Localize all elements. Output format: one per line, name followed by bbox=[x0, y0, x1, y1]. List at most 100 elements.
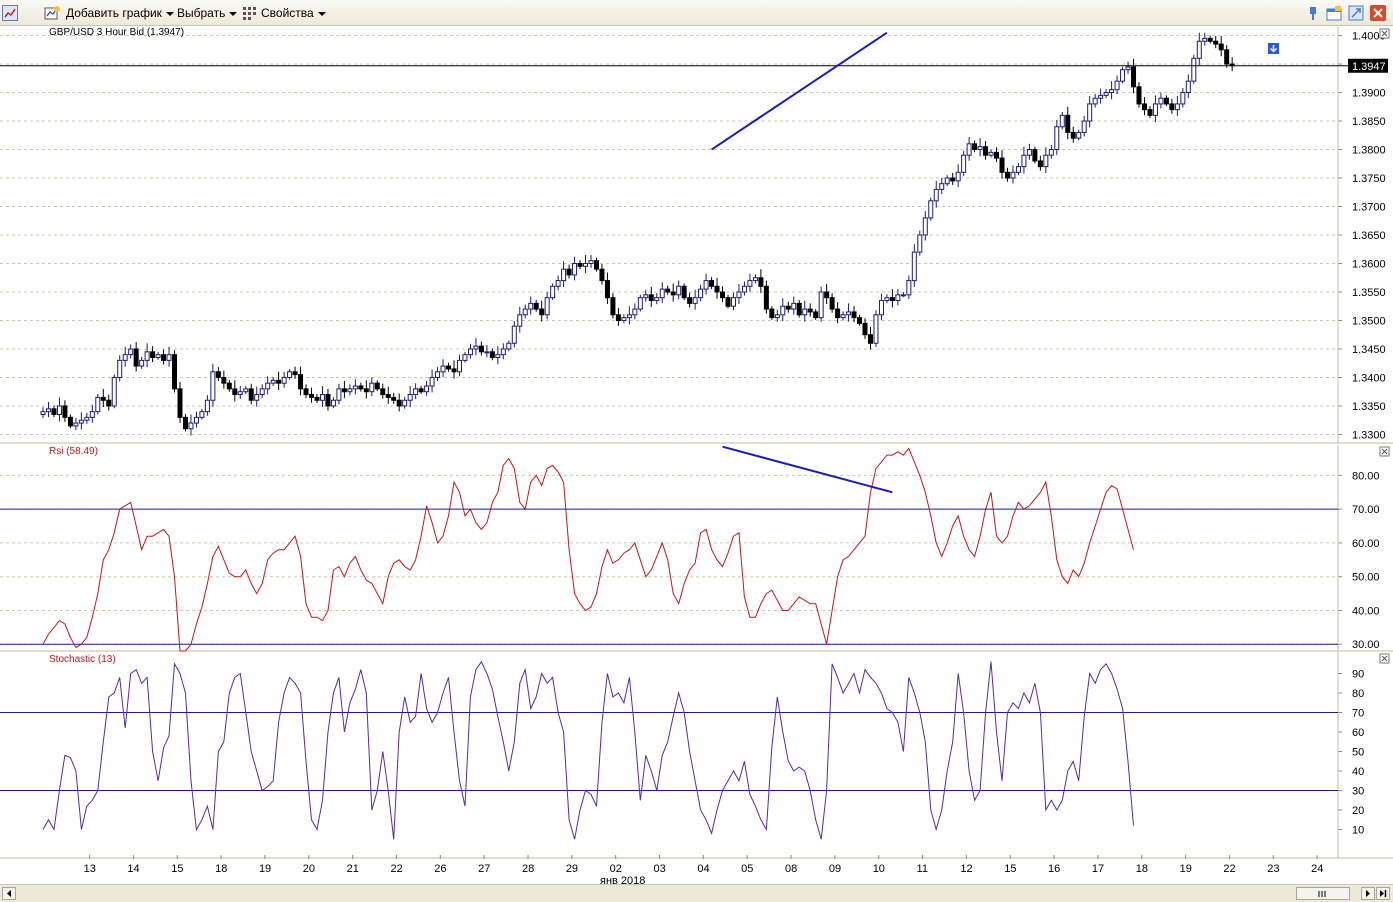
candle bbox=[287, 368, 293, 380]
x-tick-label: 09 bbox=[829, 863, 841, 875]
candle bbox=[1114, 75, 1120, 95]
candle bbox=[117, 355, 123, 382]
candle bbox=[78, 412, 84, 430]
candle bbox=[999, 150, 1005, 179]
candle bbox=[752, 274, 758, 284]
candle-body-down bbox=[1070, 131, 1076, 139]
rsi-trendline bbox=[722, 445, 893, 494]
candle bbox=[593, 257, 599, 272]
chart-menu-icon[interactable] bbox=[2, 5, 18, 21]
chevron-down-icon bbox=[229, 11, 238, 16]
candle-body-down bbox=[1004, 171, 1010, 179]
properties-label: Свойства bbox=[261, 6, 314, 20]
candle-body-up bbox=[955, 171, 961, 182]
candle-body-up bbox=[440, 365, 446, 373]
candle bbox=[637, 294, 643, 312]
stoch-pane: 90 80 70 60 50 40 30 20 10 Stochastic (13) bbox=[0, 652, 1393, 859]
close-icon[interactable] bbox=[1370, 5, 1386, 21]
candle bbox=[161, 349, 167, 365]
candle-body-down bbox=[232, 388, 238, 396]
scroll-right-button[interactable] bbox=[1361, 887, 1375, 900]
candle-body-down bbox=[533, 302, 539, 310]
candle bbox=[572, 256, 578, 281]
candle-body-down bbox=[615, 314, 621, 321]
candle-body-down bbox=[1131, 66, 1137, 88]
candle-body-up bbox=[659, 288, 665, 299]
candle-body-up bbox=[166, 354, 172, 361]
stoch-tick-label: 10 bbox=[1352, 825, 1364, 837]
pin-icon[interactable] bbox=[1305, 5, 1321, 21]
candle bbox=[720, 286, 726, 303]
candle-body-down bbox=[648, 294, 654, 302]
candle-body-up bbox=[347, 388, 353, 393]
candle bbox=[857, 314, 863, 326]
candle-body-up bbox=[632, 308, 638, 316]
candle bbox=[588, 254, 594, 269]
candle bbox=[188, 414, 194, 436]
candle bbox=[741, 281, 747, 296]
candle-body-down bbox=[1141, 103, 1147, 111]
candle bbox=[500, 343, 506, 360]
x-tick-label: 28 bbox=[522, 863, 534, 875]
candle-body-down bbox=[577, 262, 583, 267]
select-menu[interactable]: Выбрать bbox=[177, 5, 238, 21]
candle-body-down bbox=[983, 146, 989, 156]
candle bbox=[309, 387, 315, 403]
candle bbox=[1120, 66, 1126, 84]
candle-body-up bbox=[555, 280, 561, 287]
candle bbox=[1169, 98, 1175, 114]
candle-body-down bbox=[292, 371, 298, 376]
candle bbox=[451, 360, 457, 379]
candle bbox=[1180, 87, 1186, 108]
x-tick-label: 02 bbox=[610, 863, 622, 875]
candle-body-up bbox=[330, 399, 336, 407]
candle-body-up bbox=[736, 291, 742, 299]
window-layout-icon[interactable] bbox=[1326, 5, 1342, 21]
maximize-icon[interactable] bbox=[1348, 5, 1364, 21]
candle-body-down bbox=[796, 302, 802, 316]
horizontal-scrollbar[interactable] bbox=[0, 884, 1393, 902]
candle-body-up bbox=[254, 394, 260, 401]
scroll-left-button[interactable] bbox=[2, 887, 16, 900]
candle-body-up bbox=[1185, 80, 1191, 94]
candle bbox=[884, 294, 890, 304]
candle bbox=[665, 285, 671, 295]
candle-body-up bbox=[583, 262, 589, 267]
candle-body-up bbox=[204, 399, 210, 413]
candle bbox=[1103, 89, 1109, 99]
candle bbox=[988, 149, 994, 158]
x-tick-label: 19 bbox=[1180, 863, 1192, 875]
candle bbox=[1037, 155, 1043, 171]
candle bbox=[648, 286, 654, 307]
candle-body-up bbox=[572, 262, 578, 276]
candle bbox=[670, 283, 676, 302]
candle-body-up bbox=[319, 394, 325, 401]
candle bbox=[583, 254, 589, 274]
candle bbox=[599, 264, 605, 285]
scroll-thumb[interactable] bbox=[1296, 887, 1350, 900]
candle bbox=[67, 414, 73, 429]
candle bbox=[692, 289, 698, 310]
stoch-tick-label: 50 bbox=[1352, 747, 1364, 759]
candle-body-up bbox=[1103, 92, 1109, 96]
candle bbox=[676, 280, 682, 300]
candle-body-down bbox=[1163, 97, 1169, 105]
candle-body-up bbox=[741, 285, 747, 293]
properties-menu[interactable]: Свойства bbox=[261, 5, 326, 21]
candle bbox=[40, 407, 46, 419]
candle bbox=[621, 314, 627, 324]
candle bbox=[1185, 74, 1191, 99]
scroll-end-button[interactable] bbox=[1376, 887, 1390, 900]
x-tick-label: 17 bbox=[1092, 863, 1104, 875]
candle bbox=[950, 172, 956, 185]
candle-body-down bbox=[172, 354, 178, 390]
candle-body-down bbox=[681, 285, 687, 299]
add-chart-menu[interactable]: Добавить график bbox=[66, 5, 174, 21]
candle bbox=[155, 351, 161, 360]
candle-body-up bbox=[1180, 92, 1186, 105]
candle bbox=[391, 392, 397, 404]
x-tick-label: 21 bbox=[347, 863, 359, 875]
candle bbox=[182, 413, 188, 432]
candle bbox=[528, 296, 534, 315]
candle bbox=[144, 343, 150, 368]
